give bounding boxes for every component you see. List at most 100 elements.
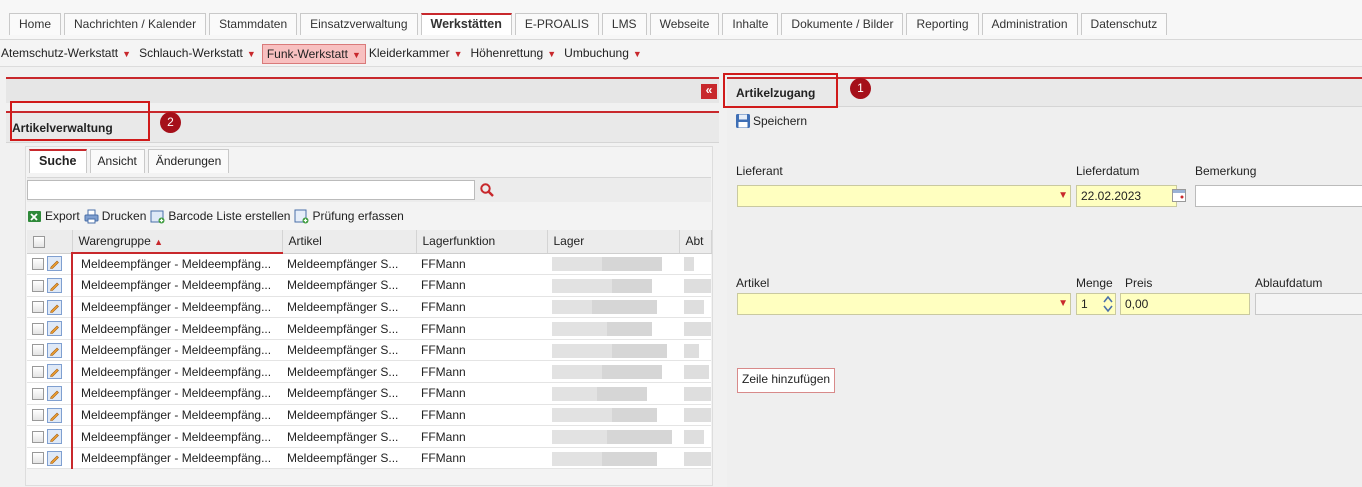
table-row[interactable]: Meldeempfänger - Meldeempfäng... Meldeemp… <box>27 425 711 448</box>
column-artikel[interactable]: Artikel <box>282 230 417 254</box>
calendar-icon[interactable] <box>1172 189 1186 202</box>
cell-warengruppe: Meldeempfänger - Meldeempfäng... <box>71 317 282 340</box>
submenu-label: Atemschutz-Werkstatt <box>1 46 119 60</box>
save-button[interactable]: Speichern <box>735 113 807 129</box>
edit-icon[interactable] <box>47 342 62 358</box>
save-label: Speichern <box>753 114 808 128</box>
row-checkbox[interactable] <box>32 430 44 443</box>
lieferdatum-field[interactable]: 22.02.2023 <box>1076 185 1177 207</box>
cell-lagerfunktion: FFMann <box>416 339 547 362</box>
column-lagerfunktion[interactable]: Lagerfunktion <box>416 230 548 254</box>
panel-tab-1[interactable]: Ansicht <box>89 149 145 173</box>
column-lager[interactable]: Lager <box>547 230 680 254</box>
row-checkbox[interactable] <box>32 409 44 422</box>
row-checkbox[interactable] <box>32 322 44 335</box>
table-row[interactable]: Meldeempfänger - Meldeempfäng... Meldeemp… <box>27 382 711 405</box>
search-input[interactable] <box>27 180 475 200</box>
submenu-label: Höhenrettung <box>470 46 544 60</box>
printer-icon <box>84 209 99 224</box>
cell-artikel: Meldeempfänger S... <box>282 253 416 276</box>
row-checkbox[interactable] <box>32 365 44 378</box>
edit-icon[interactable] <box>47 386 62 402</box>
edit-icon[interactable] <box>47 278 62 294</box>
column-abt[interactable]: Abt <box>679 230 712 254</box>
cell-lagerfunktion: FFMann <box>416 447 547 470</box>
table-row[interactable]: Meldeempfänger - Meldeempfäng... Meldeemp… <box>27 447 711 470</box>
table-row[interactable]: Meldeempfänger - Meldeempfäng... Meldeemp… <box>27 253 711 276</box>
print-button[interactable]: Drucken <box>84 209 146 224</box>
grid-body: Meldeempfänger - Meldeempfäng... Meldeemp… <box>27 253 711 470</box>
search-icon[interactable] <box>479 182 495 198</box>
bemerkung-field[interactable] <box>1195 185 1362 207</box>
submenu-item-1[interactable]: Schlauch-Werkstatt ▼ <box>139 44 261 64</box>
submenu-item-5[interactable]: Umbuchung ▼ <box>564 44 647 64</box>
record-check-button[interactable]: Prüfung erfassen <box>294 209 404 224</box>
tab-6[interactable]: LMS <box>601 13 647 35</box>
edit-icon[interactable] <box>47 256 62 272</box>
table-row[interactable]: Meldeempfänger - Meldeempfäng... Meldeemp… <box>27 317 711 340</box>
submenu-item-4[interactable]: Höhenrettung ▼ <box>471 44 562 64</box>
cell-lagerfunktion: FFMann <box>416 317 547 340</box>
cell-warengruppe: Meldeempfänger - Meldeempfäng... <box>71 360 282 384</box>
tab-8[interactable]: Inhalte <box>722 13 779 35</box>
table-row[interactable]: Meldeempfänger - Meldeempfäng... Meldeemp… <box>27 360 711 384</box>
tab-7[interactable]: Webseite <box>649 13 720 35</box>
left-panel-topbar: « <box>6 77 719 103</box>
submenu-label: Kleiderkammer <box>368 46 450 60</box>
row-actions-cell <box>27 296 72 319</box>
cell-abt-redacted <box>679 274 711 297</box>
tab-10[interactable]: Reporting <box>906 13 979 35</box>
row-checkbox[interactable] <box>32 387 44 400</box>
ablaufdatum-field[interactable] <box>1255 293 1362 315</box>
row-checkbox[interactable] <box>32 279 44 292</box>
lieferant-label: Lieferant <box>736 164 783 178</box>
table-row[interactable]: Meldeempfänger - Meldeempfäng... Meldeemp… <box>27 296 711 319</box>
submenu-item-3[interactable]: Kleiderkammer ▼ <box>369 44 468 64</box>
article-management-body: SucheAnsichtÄnderungen Export Drucken <box>25 146 713 486</box>
preis-field[interactable]: 0,00 <box>1120 293 1250 315</box>
table-row[interactable]: Meldeempfänger - Meldeempfäng... Meldeemp… <box>27 274 711 297</box>
tab-1[interactable]: Nachrichten / Kalender <box>64 13 207 35</box>
add-row-button[interactable]: Zeile hinzufügen <box>737 368 836 393</box>
lieferant-select[interactable]: ▼ <box>737 185 1071 207</box>
submenu-item-0[interactable]: Atemschutz-Werkstatt ▼ <box>1 44 136 64</box>
panel-tab-0[interactable]: Suche <box>29 149 87 173</box>
submenu-item-2[interactable]: Funk-Werkstatt ▼ <box>261 44 366 64</box>
table-row[interactable]: Meldeempfänger - Meldeempfäng... Meldeemp… <box>27 404 711 427</box>
cell-lager-redacted <box>547 360 679 384</box>
row-checkbox[interactable] <box>32 257 44 270</box>
edit-icon[interactable] <box>47 450 62 466</box>
tab-4[interactable]: Werkstätten <box>420 13 512 35</box>
barcode-list-button[interactable]: Barcode Liste erstellen <box>150 209 290 224</box>
tab-12[interactable]: Datenschutz <box>1080 13 1168 35</box>
cell-artikel: Meldeempfänger S... <box>282 296 416 319</box>
quantity-stepper[interactable] <box>1101 294 1115 314</box>
row-checkbox[interactable] <box>32 301 44 314</box>
search-row <box>27 177 711 202</box>
tab-0[interactable]: Home <box>9 13 62 35</box>
table-row[interactable]: Meldeempfänger - Meldeempfäng... Meldeemp… <box>27 339 711 362</box>
artikel-select[interactable]: ▼ <box>737 293 1071 315</box>
select-all-checkbox[interactable] <box>33 236 45 249</box>
sort-ascending-icon: ▲ <box>154 237 164 247</box>
cell-lager-redacted <box>547 339 679 362</box>
tab-3[interactable]: Einsatzverwaltung <box>300 13 418 35</box>
row-checkbox[interactable] <box>32 344 44 357</box>
tab-2[interactable]: Stammdaten <box>209 13 298 35</box>
edit-icon[interactable] <box>47 321 62 337</box>
export-button[interactable]: Export <box>27 209 80 224</box>
tab-9[interactable]: Dokumente / Bilder <box>781 13 904 35</box>
column-warengruppe[interactable]: Warengruppe ▲ <box>72 230 283 254</box>
tab-5[interactable]: E-PROALIS <box>514 13 599 35</box>
edit-icon[interactable] <box>47 407 62 423</box>
select-all-column[interactable] <box>27 230 73 254</box>
edit-icon[interactable] <box>47 299 62 315</box>
edit-icon[interactable] <box>47 364 62 380</box>
edit-icon[interactable] <box>47 429 62 445</box>
chevron-down-icon[interactable]: ▼ <box>1058 299 1068 309</box>
chevron-down-icon[interactable]: ▼ <box>1058 191 1068 201</box>
row-checkbox[interactable] <box>32 452 44 465</box>
panel-tab-2[interactable]: Änderungen <box>147 149 230 173</box>
collapse-panel-button[interactable]: « <box>701 84 717 99</box>
tab-11[interactable]: Administration <box>981 13 1078 35</box>
